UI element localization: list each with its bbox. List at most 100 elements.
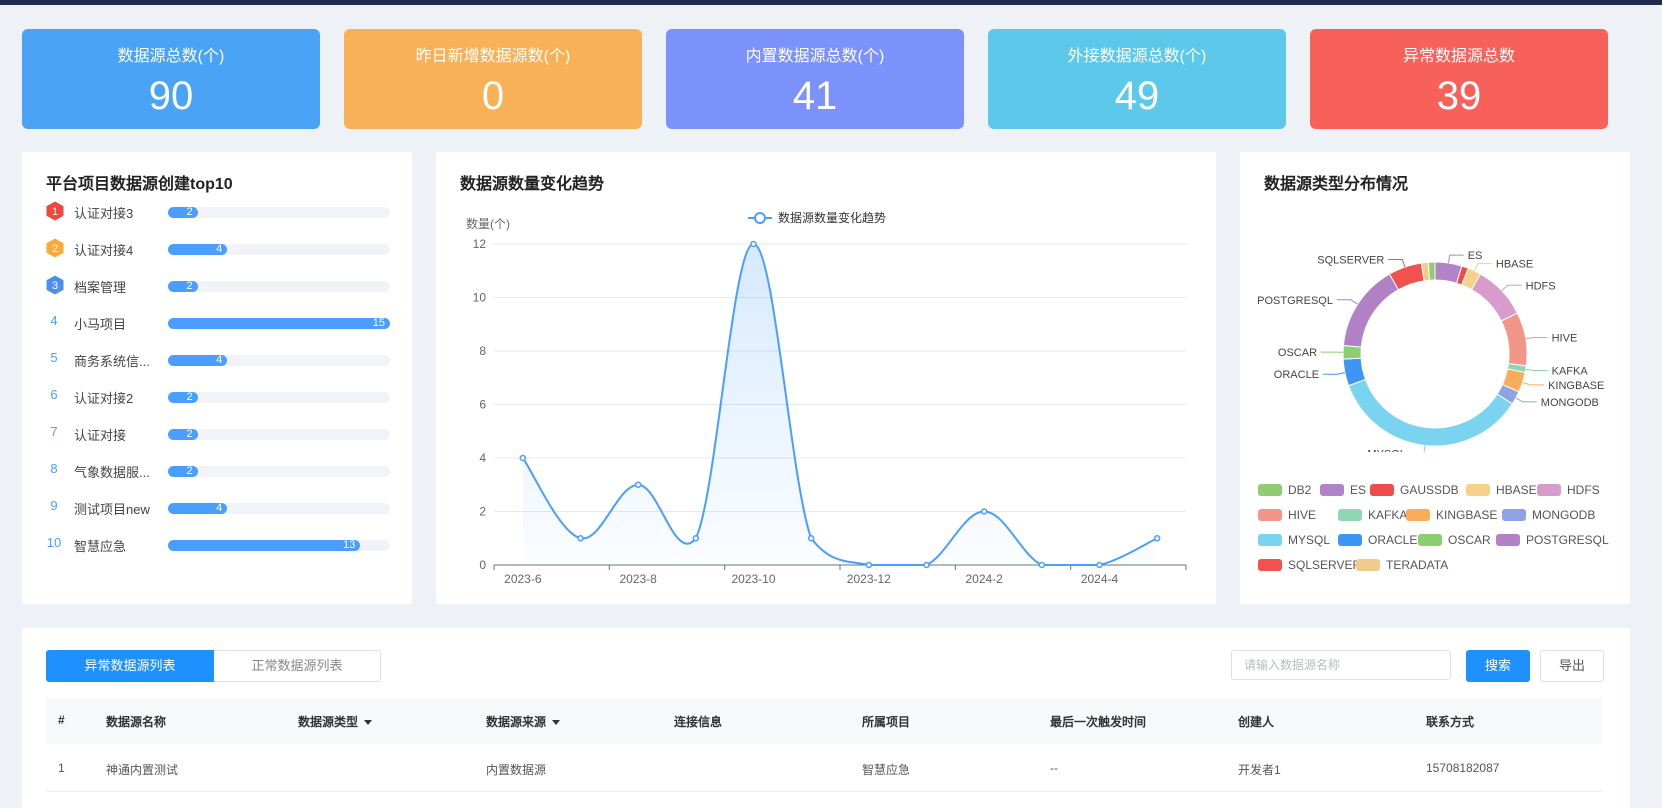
stat-card-3: 外接数据源总数(个) 49 — [988, 29, 1286, 129]
col-index: # — [58, 713, 65, 727]
legend-item[interactable]: TERADATA — [1356, 558, 1448, 572]
pie-slice-label: OSCAR — [1278, 347, 1317, 359]
legend-label: MONGODB — [1532, 508, 1596, 522]
legend-item[interactable]: MYSQL — [1258, 533, 1330, 547]
pie-slice-label: KAFKA — [1552, 366, 1589, 378]
legend-item[interactable]: KAFKA — [1338, 508, 1407, 522]
export-button[interactable]: 导出 — [1540, 650, 1604, 682]
legend-item[interactable]: SQLSERVER — [1258, 558, 1361, 572]
pie-label-line — [1448, 254, 1464, 264]
pie-slice-hdfs — [1470, 273, 1519, 322]
top10-item: 7 认证对接 2 — [42, 422, 390, 446]
stat-label: 昨日新增数据源数(个) — [415, 48, 571, 65]
rank-badge-icon: 2 — [45, 237, 65, 259]
table-card: 异常数据源列表 正常数据源列表 搜索 导出 # 数据源名称 数据源类型 数据源来… — [22, 628, 1630, 808]
y-tick-label: 2 — [479, 505, 486, 519]
cell-name: 神通内置测试 — [106, 763, 179, 777]
col-contact: 联系方式 — [1426, 715, 1475, 729]
legend-item[interactable]: HIVE — [1258, 508, 1316, 522]
legend-item[interactable]: ES — [1320, 483, 1366, 497]
legend-label: MYSQL — [1288, 533, 1331, 547]
legend-item[interactable]: KINGBASE — [1406, 508, 1497, 522]
legend-item[interactable]: ORACLE — [1338, 533, 1417, 547]
legend-item[interactable]: HBASE — [1466, 483, 1537, 497]
top10-bar-value: 13 — [343, 539, 356, 551]
search-input[interactable] — [1231, 650, 1451, 680]
legend-label: ORACLE — [1368, 533, 1418, 547]
top10-title: 平台项目数据源创建top10 — [46, 176, 233, 193]
stat-card-4: 异常数据源总数 39 — [1310, 29, 1608, 129]
y-tick-label: 12 — [473, 237, 487, 251]
cell-last-trigger: -- — [1050, 761, 1058, 775]
cell-source: 内置数据源 — [486, 763, 547, 777]
legend-swatch — [1356, 559, 1380, 571]
stat-card-1: 昨日新增数据源数(个) 0 — [344, 29, 642, 129]
col-last-trigger: 最后一次触发时间 — [1050, 715, 1147, 729]
rank-number: 6 — [50, 387, 58, 402]
table-row[interactable]: 1 神通内置测试 内置数据源 智慧应急 -- 开发者1 15708182087 — [46, 744, 1602, 792]
legend-label: HIVE — [1288, 508, 1317, 522]
legend-item[interactable]: HDFS — [1537, 483, 1600, 497]
legend-item[interactable]: MONGODB — [1502, 508, 1595, 522]
trend-point — [923, 561, 930, 569]
caret-down-icon[interactable] — [552, 720, 561, 726]
y-tick-label: 10 — [473, 291, 487, 305]
legend-item[interactable]: POSTGRESQL — [1496, 533, 1609, 547]
search-button[interactable]: 搜索 — [1466, 650, 1530, 682]
stat-value: 39 — [1436, 74, 1482, 118]
dist-donut-chart: ES HBASE HDFS HIVE KAFKA KINGBASE MONGODB MYSQL… — [1257, 250, 1604, 452]
tab-normal[interactable]: 正常数据源列表 — [214, 650, 381, 682]
x-tick-label: 2023-8 — [619, 572, 657, 586]
col-type[interactable]: 数据源类型 — [298, 713, 373, 730]
cell-index: 1 — [58, 761, 65, 775]
rank-number: 1 — [52, 206, 58, 218]
legend-item[interactable]: GAUSSDB — [1370, 483, 1459, 497]
tab-abnormal[interactable]: 异常数据源列表 — [46, 650, 214, 682]
legend-swatch — [1258, 559, 1282, 571]
top10-item-name: 认证对接4 — [74, 243, 134, 258]
legend-marker-icon — [754, 212, 766, 224]
col-creator: 创建人 — [1238, 715, 1275, 729]
cell-contact: 15708182087 — [1426, 761, 1500, 775]
pie-slice-label: ES — [1468, 250, 1483, 262]
trend-point — [865, 561, 873, 569]
pie-slice-postgresql — [1342, 273, 1400, 348]
top10-bar-fill: 2 — [168, 465, 198, 477]
legend-item[interactable]: DB2 — [1258, 483, 1311, 497]
trend-point — [1096, 561, 1103, 569]
pie-label-line — [1388, 258, 1406, 268]
pie-slice-hive — [1500, 312, 1528, 367]
caret-down-icon[interactable] — [364, 720, 373, 726]
top10-item-name: 档案管理 — [74, 280, 127, 295]
top10-bar-fill: 4 — [168, 354, 228, 366]
legend-label: DB2 — [1288, 483, 1312, 497]
top10-item-name: 小马项目 — [74, 317, 127, 332]
legend-label: KINGBASE — [1436, 508, 1498, 522]
pie-slice-label: SQLSERVER — [1317, 254, 1384, 266]
top10-bar-value: 2 — [186, 206, 193, 218]
pie-slice-label: MONGODB — [1541, 397, 1599, 409]
y-tick-label: 0 — [479, 558, 486, 572]
top10-bar-track: 15 — [168, 317, 390, 329]
top10-item-name: 智慧应急 — [74, 539, 127, 554]
rank-number: 9 — [50, 498, 58, 513]
legend-item[interactable]: OSCAR — [1418, 533, 1491, 547]
top10-item-name: 商务系统信... — [74, 354, 150, 369]
col-source-label: 数据源来源 — [486, 715, 547, 729]
pie-slice-label: HDFS — [1526, 280, 1556, 292]
trend-point — [692, 535, 700, 542]
legend-label: GAUSSDB — [1400, 483, 1459, 497]
stat-value: 90 — [148, 74, 194, 118]
col-source[interactable]: 数据源来源 — [486, 713, 561, 730]
rank-number: 8 — [50, 461, 58, 476]
top10-bar-fill: 2 — [168, 280, 198, 292]
stat-value: 0 — [481, 74, 505, 118]
top10-item-name: 认证对接2 — [74, 391, 134, 406]
legend-swatch — [1258, 484, 1282, 496]
legend-label: OSCAR — [1448, 533, 1491, 547]
legend-swatch — [1537, 484, 1561, 496]
legend-swatch — [1496, 534, 1520, 546]
rank-badge-icon: 1 — [45, 200, 65, 222]
trend-point — [634, 481, 642, 488]
top10-item-name: 认证对接 — [74, 428, 127, 443]
